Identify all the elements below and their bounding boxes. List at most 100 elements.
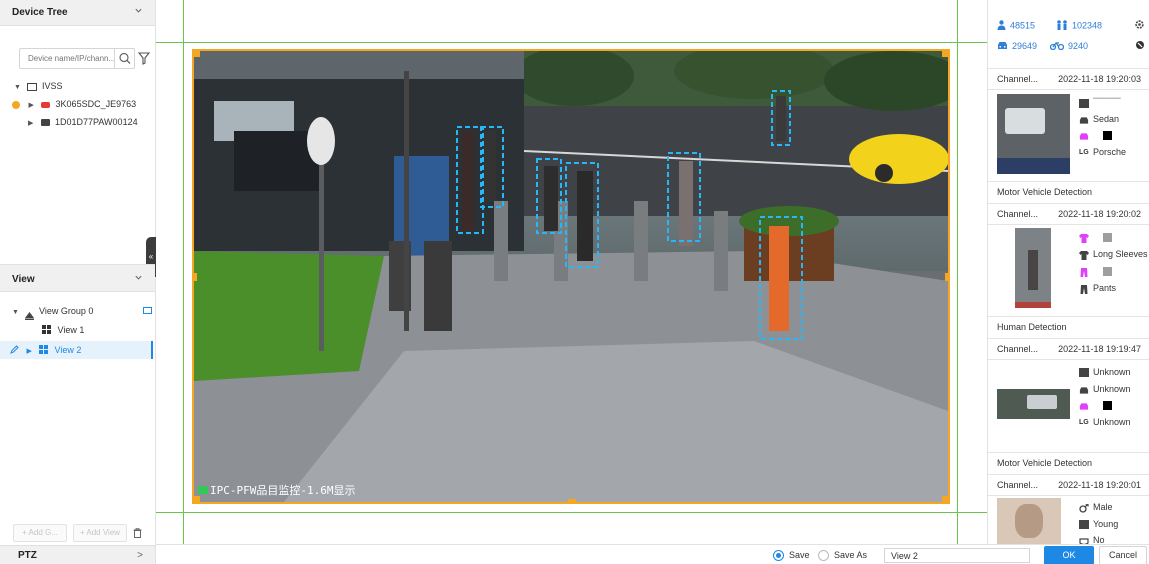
event-time: 2022-11-18 19:20:02 [1058, 209, 1141, 219]
age-icon [1079, 520, 1089, 530]
add-group-button[interactable]: + Add G... [13, 524, 67, 542]
person-icon [997, 20, 1006, 32]
pencil-icon[interactable] [10, 342, 20, 360]
save-as-radio-label[interactable]: Save As [834, 550, 867, 560]
pants-icon [1079, 267, 1089, 278]
chevron-down-icon[interactable] [134, 273, 143, 285]
event-snapshot[interactable] [997, 498, 1061, 544]
video-window[interactable]: IPC-PFW品目监控-1.6M显示 [192, 49, 950, 504]
chevron-right-icon[interactable]: > [137, 550, 143, 561]
settings-icon[interactable] [1134, 19, 1145, 33]
attr-plate: Unknown [1079, 365, 1131, 379]
cancel-button[interactable]: Cancel [1099, 546, 1147, 564]
ptz-header[interactable]: PTZ > [0, 545, 155, 564]
attr-value: Unknown [1093, 417, 1131, 427]
car-icon [997, 41, 1008, 52]
tree-node-3k065sdc[interactable]: ▶ 3K065SDC_JE9763 [12, 95, 136, 113]
grid-divider [957, 0, 958, 544]
trash-icon[interactable] [133, 528, 142, 541]
save-as-radio[interactable] [818, 550, 829, 561]
color-swatch [1103, 131, 1112, 141]
attr-vehicle-type: Sedan [1079, 112, 1119, 126]
caret-right-icon[interactable]: ▶ [28, 115, 38, 133]
event-snapshot[interactable] [1015, 228, 1051, 308]
server-icon [26, 82, 37, 91]
event-card-header[interactable]: Channel... 2022-11-18 19:20:03 [988, 68, 1149, 90]
grid-divider [156, 512, 987, 513]
attr-gender: Male [1079, 500, 1113, 514]
camera-icon [41, 101, 51, 108]
caret-right-icon[interactable]: ▶ [27, 343, 37, 361]
event-type: Motor Vehicle Detection [997, 187, 1093, 197]
device-search-input[interactable] [20, 49, 114, 68]
logo-icon: LG [1079, 419, 1089, 427]
event-snapshot[interactable] [997, 94, 1070, 174]
view-header[interactable]: View [0, 264, 155, 292]
search-icon[interactable] [114, 49, 134, 68]
resize-handle[interactable] [942, 51, 948, 57]
resize-handle[interactable] [194, 51, 200, 57]
event-card-footer: Motor Vehicle Detection [988, 452, 1149, 472]
stat-vehicles: 29649 [997, 41, 1037, 52]
tree-node-label: IVSS [42, 81, 63, 91]
plate-icon [1079, 368, 1089, 378]
warning-icon [12, 100, 20, 109]
tree-node-label: 3K065SDC_JE9763 [55, 99, 137, 109]
shirt-icon [1079, 233, 1089, 244]
mask-icon [1079, 536, 1089, 544]
resize-handle[interactable] [942, 496, 948, 502]
stat-people: 48515 [997, 20, 1035, 32]
resize-handle[interactable] [568, 499, 576, 502]
app-root: Device Tree ▼ IVSS ▶ 3K065SDC_JE9763 [0, 0, 1149, 564]
resize-handle[interactable] [194, 273, 197, 281]
attr-sleeves: Long Sleeves [1079, 247, 1148, 261]
attr-value: ▔▔▔▔ [1093, 98, 1121, 108]
device-tree-header[interactable]: Device Tree [0, 0, 155, 26]
video-area[interactable]: IPC-PFW品目监控-1.6M显示 [156, 0, 987, 544]
ok-button[interactable]: OK [1044, 546, 1094, 564]
attr-brand: LG Unknown [1079, 415, 1131, 429]
device-search[interactable] [19, 48, 135, 69]
video-osd-text: IPC-PFW品目监控-1.6M显示 [210, 484, 356, 497]
view-name-input[interactable] [884, 548, 1030, 563]
attr-top-color [1079, 230, 1112, 244]
edit-group-icon[interactable] [143, 307, 152, 314]
group-icon [24, 308, 34, 320]
car-icon [1079, 115, 1089, 124]
chevron-down-icon[interactable] [134, 6, 143, 18]
save-radio-label[interactable]: Save [789, 550, 810, 560]
grid-divider [183, 0, 184, 544]
color-swatch [1103, 267, 1112, 277]
event-panel: 48515 102348 29649 9240 Channel... 2022-… [987, 0, 1149, 544]
attr-value: No [1093, 535, 1105, 544]
filter-icon[interactable] [137, 52, 151, 65]
attr-value: Unknown [1093, 367, 1131, 377]
add-view-button[interactable]: + Add View [73, 524, 127, 542]
resize-handle[interactable] [945, 273, 948, 281]
grid-view-icon [39, 342, 49, 360]
event-card-header[interactable]: Channel... 2022-11-18 19:19:47 [988, 338, 1149, 360]
caret-down-icon[interactable]: ▼ [12, 304, 22, 322]
camera-icon [40, 119, 50, 127]
event-snapshot[interactable] [997, 389, 1070, 419]
event-card-header[interactable]: Channel... 2022-11-18 19:20:02 [988, 203, 1149, 225]
save-radio[interactable] [773, 550, 784, 561]
tree-node-1d01d77[interactable]: ▶ 1D01D77PAW00124 [28, 113, 138, 131]
event-type: Motor Vehicle Detection [997, 458, 1093, 468]
attr-value: Porsche [1093, 147, 1127, 157]
view-group-0[interactable]: ▼ View Group 0 [12, 302, 152, 320]
stat-non-motor-value: 9240 [1068, 41, 1089, 51]
stat-people-value: 48515 [1010, 20, 1036, 31]
clear-icon[interactable] [1135, 40, 1145, 53]
view-item-view2[interactable]: ▶ View 2 [10, 341, 81, 359]
view-item-view1[interactable]: View 1 [42, 321, 84, 339]
tree-node-ivss[interactable]: ▼ IVSS [14, 77, 63, 95]
event-time: 2022-11-18 19:19:47 [1058, 344, 1141, 354]
event-card-header[interactable]: Channel... 2022-11-18 19:20:01 [988, 474, 1149, 496]
color-swatch [1103, 401, 1112, 411]
attr-value: Unknown [1093, 384, 1131, 394]
resize-handle[interactable] [194, 496, 200, 502]
attr-bottom-color [1079, 264, 1112, 278]
view-label: View 2 [54, 345, 82, 355]
car-color-icon [1079, 131, 1089, 140]
